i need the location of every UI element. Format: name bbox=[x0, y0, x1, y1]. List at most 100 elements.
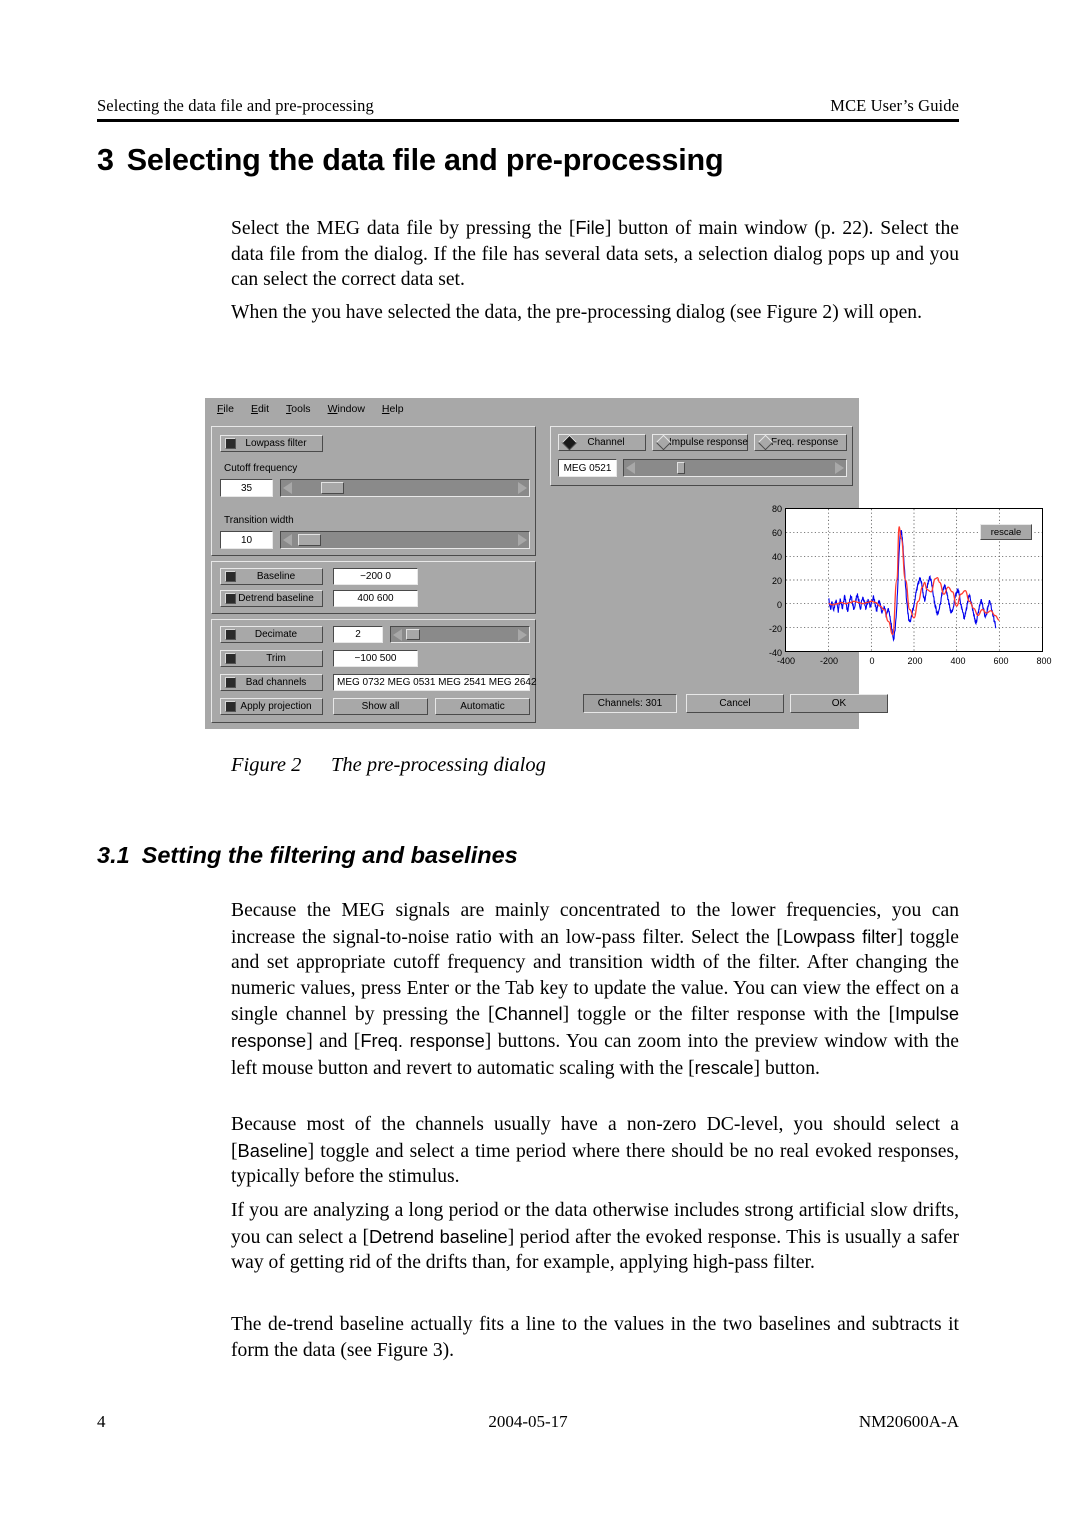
y-tick-0: 0 bbox=[776, 600, 782, 610]
chapter-number: 3 bbox=[97, 143, 114, 177]
ui-ref-baseline: Baseline bbox=[237, 1139, 308, 1161]
channel-selector-slider[interactable] bbox=[623, 459, 847, 477]
trim-toggle[interactable]: Trim bbox=[220, 650, 323, 667]
transition-width-slider[interactable] bbox=[280, 531, 530, 549]
signal-preview-plot[interactable]: 80 60 40 20 0 -20 -40 -400 -200 0 200 40… bbox=[758, 504, 1052, 681]
impulse-response-radio-label: Impulse response bbox=[669, 437, 748, 448]
baseline-toggle[interactable]: Baseline bbox=[220, 568, 323, 585]
paragraph-dialog-opens: When the you have selected the data, the… bbox=[231, 302, 922, 323]
detrend-baseline-range-input[interactable]: 400 600 bbox=[333, 590, 418, 607]
page-title: 3 Selecting the data file and pre-process… bbox=[97, 143, 977, 178]
slider-left-arrow-icon[interactable] bbox=[283, 534, 292, 546]
menu-window[interactable]: Window bbox=[328, 403, 365, 415]
cutoff-frequency-slider[interactable] bbox=[280, 479, 530, 497]
section-heading: 3.1 Setting the filtering and baselines bbox=[97, 842, 977, 869]
x-tick-800: 800 bbox=[1036, 656, 1052, 666]
detrend-baseline-toggle-label: Detrend baseline bbox=[238, 593, 314, 604]
menu-help-mnemonic: H bbox=[381, 403, 390, 415]
document-page: Selecting the data file and pre-processi… bbox=[0, 0, 1080, 1528]
paragraph-detrend-explanation: The de-trend baseline actually fits a li… bbox=[231, 1314, 959, 1361]
menu-file[interactable]: File bbox=[217, 403, 234, 415]
preprocessing-options-group: Decimate 2 Trim −100 500 Bad channels ME… bbox=[211, 619, 537, 723]
lowpass-filter-toggle-label: Lowpass filter bbox=[245, 438, 307, 449]
decimate-input[interactable]: 2 bbox=[333, 626, 383, 643]
preview-mode-group: Channel Impulse response Freq. response … bbox=[550, 426, 853, 486]
slider-left-arrow-icon[interactable] bbox=[393, 628, 402, 641]
slider-thumb[interactable] bbox=[406, 629, 420, 640]
apply-projection-toggle[interactable]: Apply projection bbox=[220, 698, 323, 715]
x-tick-m400: -400 bbox=[776, 656, 796, 666]
y-tick-20: 20 bbox=[771, 576, 782, 586]
lowpass-filter-group: Lowpass filter Cutoff frequency 35 Trans… bbox=[211, 426, 536, 556]
checkbox-indicator-icon bbox=[225, 593, 236, 604]
trim-toggle-label: Trim bbox=[266, 653, 286, 664]
ui-ref-detrend-baseline: Detrend baseline bbox=[368, 1225, 508, 1247]
menu-edit[interactable]: Edit bbox=[251, 403, 269, 415]
running-header-left: Selecting the data file and pre-processi… bbox=[97, 96, 374, 115]
header-rule bbox=[97, 119, 959, 122]
slider-right-arrow-icon[interactable] bbox=[835, 462, 844, 474]
y-tick-60: 60 bbox=[771, 528, 782, 538]
transition-width-label: Transition width bbox=[224, 515, 294, 526]
slider-left-arrow-icon[interactable] bbox=[283, 482, 292, 494]
automatic-button[interactable]: Automatic bbox=[435, 698, 530, 715]
x-tick-0: 0 bbox=[869, 656, 875, 666]
slider-right-arrow-icon[interactable] bbox=[518, 534, 527, 546]
apply-projection-toggle-label: Apply projection bbox=[240, 701, 312, 712]
ok-button[interactable]: OK bbox=[790, 694, 888, 713]
menu-window-rest: indow bbox=[337, 403, 365, 415]
menu-file-rest: ile bbox=[223, 403, 234, 415]
rescale-button[interactable]: rescale bbox=[980, 524, 1032, 540]
menu-help[interactable]: Help bbox=[382, 403, 404, 415]
footer-date: 2004-05-17 bbox=[488, 1412, 568, 1431]
slider-right-arrow-icon[interactable] bbox=[518, 628, 527, 641]
checkbox-indicator-icon bbox=[225, 571, 236, 582]
channel-radio[interactable]: Channel bbox=[558, 434, 646, 451]
x-tick-600: 600 bbox=[993, 656, 1009, 666]
ui-ref-rescale: rescale bbox=[694, 1056, 754, 1078]
freq-response-radio[interactable]: Freq. response bbox=[754, 434, 847, 451]
cutoff-frequency-input[interactable]: 35 bbox=[220, 479, 273, 497]
p3-text-d: ] and [ bbox=[306, 1030, 361, 1052]
slider-left-arrow-icon[interactable] bbox=[626, 462, 635, 474]
channel-radio-label: Channel bbox=[587, 437, 625, 448]
trim-range-input[interactable]: −100 500 bbox=[333, 650, 418, 667]
bad-channels-input[interactable]: MEG 0732 MEG 0531 MEG 2541 MEG 2642 bbox=[333, 674, 537, 691]
baseline-toggle-label: Baseline bbox=[256, 571, 296, 582]
section-title: Setting the filtering and baselines bbox=[141, 842, 518, 868]
slider-right-arrow-icon[interactable] bbox=[518, 482, 527, 494]
slider-thumb[interactable] bbox=[298, 534, 321, 546]
y-tick-40: 40 bbox=[771, 552, 782, 562]
dialog-menubar: File Edit Tools Window Help bbox=[205, 398, 859, 420]
transition-width-input[interactable]: 10 bbox=[220, 531, 273, 549]
figure-label: Figure 2 bbox=[231, 754, 302, 776]
menu-window-mnemonic: W bbox=[327, 403, 338, 415]
checkbox-indicator-icon bbox=[225, 701, 236, 712]
checkbox-indicator-icon bbox=[225, 653, 236, 664]
footer-document-id: NM20600A-A bbox=[858, 1412, 959, 1431]
decimate-toggle[interactable]: Decimate bbox=[220, 626, 323, 643]
decimate-slider[interactable] bbox=[390, 626, 530, 643]
ui-ref-lowpass-filter: Lowpass filter bbox=[782, 925, 897, 947]
ui-ref-file: File bbox=[575, 217, 605, 238]
baseline-range-input[interactable]: −200 0 bbox=[333, 568, 418, 585]
slider-thumb[interactable] bbox=[321, 482, 344, 494]
lowpass-filter-toggle[interactable]: Lowpass filter bbox=[220, 435, 323, 452]
cancel-button[interactable]: Cancel bbox=[686, 694, 784, 713]
menu-tools[interactable]: Tools bbox=[286, 403, 311, 415]
show-all-button[interactable]: Show all bbox=[333, 698, 428, 715]
detrend-baseline-toggle[interactable]: Detrend baseline bbox=[220, 590, 323, 607]
channels-count-display: Channels: 301 bbox=[583, 694, 677, 713]
slider-thumb[interactable] bbox=[677, 462, 685, 474]
running-header: Selecting the data file and pre-processi… bbox=[97, 96, 959, 116]
p3-text-f: ] button. bbox=[753, 1057, 820, 1079]
channel-name-input[interactable]: MEG 0521 bbox=[558, 459, 617, 477]
chapter-title: Selecting the data file and pre-processi… bbox=[126, 143, 724, 177]
running-header-right: MCE User’s Guide bbox=[830, 96, 959, 115]
bad-channels-toggle[interactable]: Bad channels bbox=[220, 674, 323, 691]
bad-channels-toggle-label: Bad channels bbox=[245, 677, 307, 688]
impulse-response-radio[interactable]: Impulse response bbox=[652, 434, 748, 451]
y-tick-m20: -20 bbox=[768, 624, 782, 634]
paragraph-baseline: Because most of the channels usually hav… bbox=[231, 1112, 959, 1190]
paragraph-filtering: Because the MEG signals are mainly conce… bbox=[231, 898, 959, 1081]
